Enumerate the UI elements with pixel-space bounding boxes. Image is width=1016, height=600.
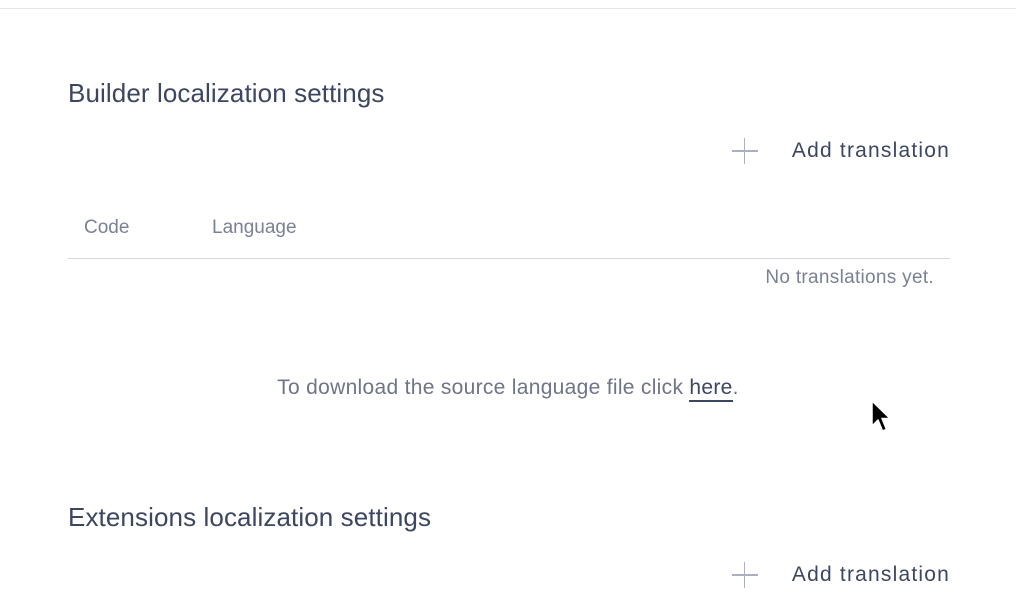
extensions-add-translation-button[interactable]: Add translation xyxy=(731,562,950,588)
column-header-code[interactable]: Code xyxy=(68,217,212,239)
builder-add-translation-button[interactable]: Add translation xyxy=(731,138,950,164)
plus-icon xyxy=(731,562,758,588)
top-divider xyxy=(0,8,1016,9)
builder-translations-table: Code Language No translations yet. xyxy=(68,198,950,289)
builder-section-title: Builder localization settings xyxy=(68,78,385,108)
add-translation-label: Add translation xyxy=(791,139,950,162)
table-header: Code Language xyxy=(68,198,950,259)
download-prefix-text: To download the source language file cli… xyxy=(277,376,690,399)
add-translation-label: Add translation xyxy=(791,563,950,586)
extensions-section-title: Extensions localization settings xyxy=(68,502,432,532)
download-suffix-text: . xyxy=(732,376,739,399)
mouse-cursor-icon xyxy=(871,400,891,432)
empty-table-message: No translations yet. xyxy=(765,267,934,288)
localization-settings-page: Builder localization settings Add transl… xyxy=(0,0,1016,600)
download-source-line: To download the source language file cli… xyxy=(0,376,1016,402)
download-here-link[interactable]: here xyxy=(689,376,733,402)
plus-icon xyxy=(731,138,758,164)
column-header-language[interactable]: Language xyxy=(212,217,297,239)
